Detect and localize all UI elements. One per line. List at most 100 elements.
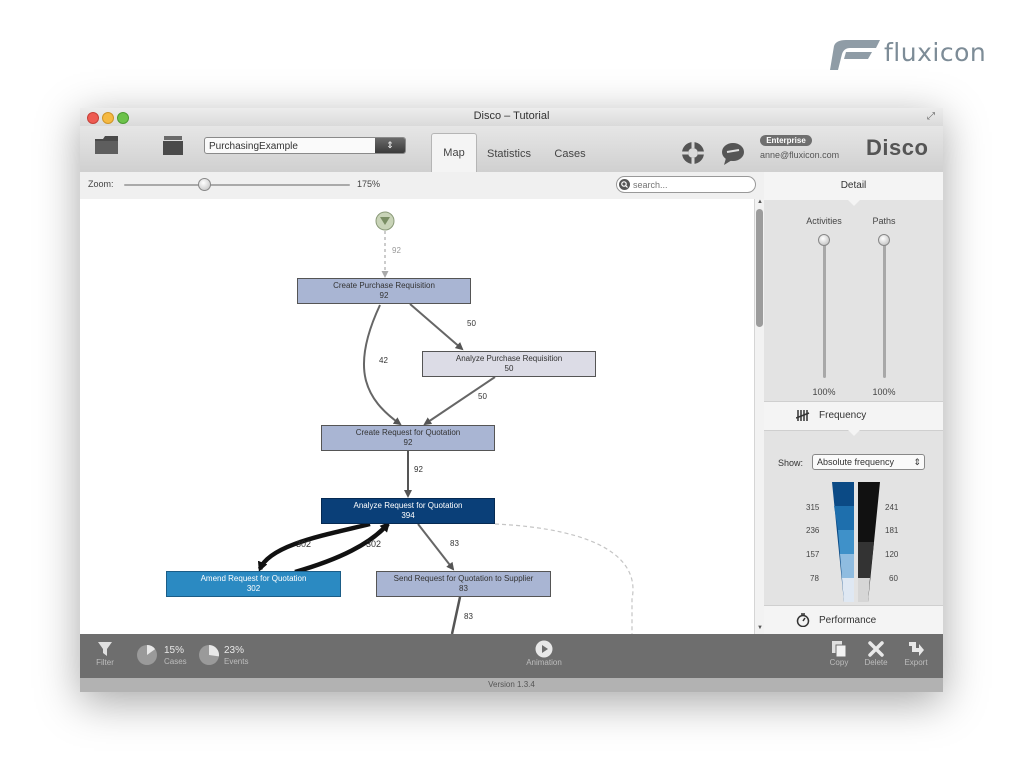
activity-node[interactable]: Send Request for Quotation to Supplier 8… xyxy=(376,571,551,597)
performance-label: Performance xyxy=(819,615,877,626)
node-count: 92 xyxy=(403,438,413,447)
activities-slider-handle[interactable] xyxy=(818,234,830,246)
node-label: Send Request for Quotation to Supplier xyxy=(393,574,534,583)
version-label: Version 1.3.4 xyxy=(80,678,943,692)
activity-node[interactable]: Amend Request for Quotation 302 xyxy=(166,571,341,597)
activity-scale-value: 315 xyxy=(806,503,820,512)
zoom-slider-track[interactable] xyxy=(124,184,350,186)
node-label: Create Request for Quotation xyxy=(355,428,461,437)
events-label: Events xyxy=(224,657,249,666)
edge-label: 50 xyxy=(478,392,487,401)
brand-name: fluxicon xyxy=(884,38,987,67)
zoom-label: Zoom: xyxy=(88,179,114,189)
filter-icon xyxy=(98,642,112,656)
process-map-canvas[interactable]: 92 50 42 50 92 302 302 83 83 Create Purc… xyxy=(80,199,754,634)
paths-slider-handle[interactable] xyxy=(878,234,890,246)
copy-icon xyxy=(832,641,847,658)
feedback-icon[interactable] xyxy=(720,140,746,166)
frequency-label: Frequency xyxy=(819,410,867,421)
performance-icon xyxy=(796,613,810,627)
edge-label: 92 xyxy=(414,465,423,474)
disco-logo: Disco xyxy=(866,135,929,160)
activity-node[interactable]: Analyze Purchase Requisition 50 xyxy=(422,351,596,377)
tab-cases[interactable]: Cases xyxy=(546,136,594,172)
layers-icon[interactable] xyxy=(162,134,184,156)
edge-label: 83 xyxy=(450,539,459,548)
zoom-bar: Zoom: 175% xyxy=(80,172,764,200)
node-count: 302 xyxy=(246,584,261,593)
scrollbar-thumb[interactable] xyxy=(756,209,763,327)
node-label: Analyze Request for Quotation xyxy=(353,501,463,510)
filter-label: Filter xyxy=(96,658,114,667)
node-label: Amend Request for Quotation xyxy=(200,574,307,583)
user-email: anne@fluxicon.com xyxy=(760,150,840,160)
tab-map[interactable]: Map xyxy=(431,133,477,173)
cases-pie-icon xyxy=(137,644,157,665)
activities-label: Activities xyxy=(806,216,842,226)
activity-scale-value: 157 xyxy=(806,550,820,559)
folder-icon[interactable] xyxy=(94,134,120,156)
animation-label: Animation xyxy=(526,658,562,667)
delete-label: Delete xyxy=(864,658,888,667)
activity-scale-value: 236 xyxy=(806,526,820,535)
paths-label: Paths xyxy=(872,216,896,226)
node-label: Analyze Purchase Requisition xyxy=(455,354,563,363)
help-lifebuoy-icon[interactable] xyxy=(680,140,706,166)
cases-label: Cases xyxy=(164,657,187,666)
search-icon xyxy=(619,179,630,190)
export-button[interactable]: Export xyxy=(900,640,932,667)
dataset-name: PurchasingExample xyxy=(209,141,298,152)
chevron-updown-icon: ⇕ xyxy=(913,457,921,467)
node-count: 50 xyxy=(504,364,514,373)
animation-button[interactable]: Animation xyxy=(520,640,568,667)
node-count: 92 xyxy=(379,291,389,300)
activity-node[interactable]: Create Purchase Requisition 92 xyxy=(297,278,471,304)
tab-statistics[interactable]: Statistics xyxy=(482,136,536,172)
show-metric-value: Absolute frequency xyxy=(817,457,895,467)
path-scale-value: 120 xyxy=(885,550,899,559)
node-label: Create Purchase Requisition xyxy=(333,281,435,290)
activity-scale-value: 78 xyxy=(810,574,819,583)
frequency-header[interactable]: Frequency xyxy=(764,401,943,431)
search-input[interactable] xyxy=(633,178,748,191)
show-label: Show: xyxy=(778,458,804,468)
bottom-toolbar: Filter 15% Cases 23% Events Animation Co… xyxy=(80,634,943,678)
path-scale-value: 181 xyxy=(885,526,899,535)
activities-value: 100% xyxy=(812,387,836,397)
pointer-notch xyxy=(848,430,860,436)
events-pie-icon xyxy=(199,645,219,665)
app-window: Disco – Tutorial ⤢ PurchasingExample ⇕ M… xyxy=(80,108,943,692)
delete-button[interactable]: Delete xyxy=(860,640,892,667)
path-scale-value: 60 xyxy=(889,574,898,583)
paths-slider-track[interactable] xyxy=(883,238,886,378)
copy-label: Copy xyxy=(829,658,849,667)
copy-button[interactable]: Copy xyxy=(825,640,853,667)
node-count: 394 xyxy=(401,511,415,520)
delete-icon xyxy=(868,641,884,657)
activity-node[interactable]: Create Request for Quotation 92 xyxy=(321,425,495,451)
zoom-slider-handle[interactable] xyxy=(198,178,211,191)
activities-slider-track[interactable] xyxy=(823,238,826,378)
toolbar: PurchasingExample ⇕ Map Statistics Cases… xyxy=(80,126,943,173)
paths-value: 100% xyxy=(872,387,896,397)
detail-header: Detail xyxy=(764,172,943,200)
dataset-select[interactable]: PurchasingExample ⇕ xyxy=(204,137,406,154)
title-bar: Disco – Tutorial ⤢ xyxy=(80,108,943,126)
window-title: Disco – Tutorial xyxy=(473,110,550,122)
edge-label: 92 xyxy=(392,246,401,255)
performance-header[interactable]: Performance xyxy=(764,605,943,635)
chevron-updown-icon: ⇕ xyxy=(375,138,405,153)
search-box[interactable] xyxy=(616,176,756,193)
detail-panel: Detail Activities Paths 100% 100% Freque… xyxy=(764,172,943,635)
activity-node[interactable]: Analyze Request for Quotation 394 xyxy=(321,498,495,524)
edge-label: 42 xyxy=(379,356,388,365)
frequency-legend xyxy=(832,482,880,602)
fullscreen-icon[interactable]: ⤢ xyxy=(927,111,935,122)
zoom-value: 175% xyxy=(357,179,381,189)
process-map-edges xyxy=(257,211,634,634)
events-percent: 23% xyxy=(224,645,245,656)
show-metric-select[interactable]: Absolute frequency ⇕ xyxy=(812,454,925,470)
edge-label: 302 xyxy=(366,539,382,549)
filter-button[interactable]: Filter xyxy=(92,640,118,667)
license-badge: Enterprise xyxy=(760,135,812,146)
